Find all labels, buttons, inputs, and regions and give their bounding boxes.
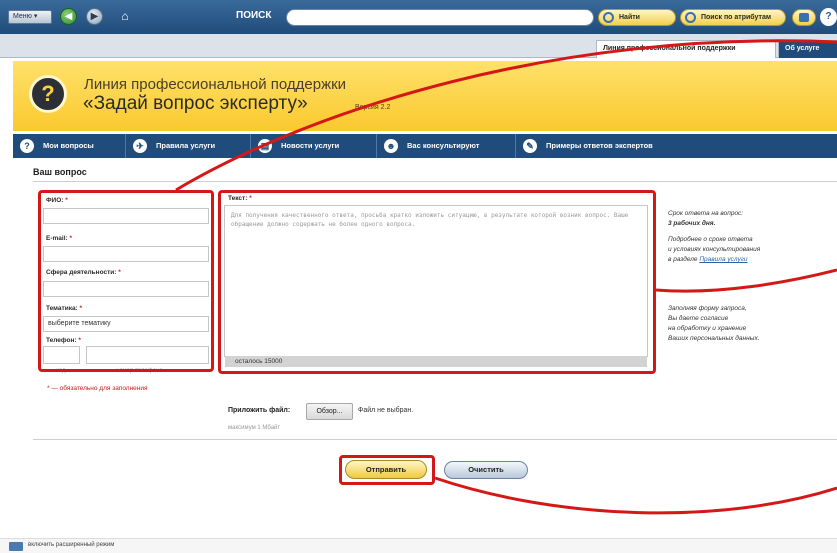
attach-label: Приложить файл: [228,407,291,414]
file-size-limit: максимум 1 Мбайт [228,425,281,431]
magnifier-icon [685,12,696,23]
top-toolbar: Меню ▾ ◀ ▶ ⌂ ПОИСК Найти Поиск по атрибу… [0,0,837,34]
more-line: в разделе Правила услуги [668,255,808,265]
banner-title: «Задай вопрос эксперту» [83,93,308,114]
find-button[interactable]: Найти [598,9,676,26]
nav-label: Вас консультируют [407,141,480,150]
nav-consultants[interactable]: ☻ Вас консультируют [377,134,516,158]
divider [33,181,837,182]
required-note: * — обязательно для заполнения [47,385,148,392]
tab-support-line[interactable]: Линия профессиональной поддержки [596,40,776,58]
nav-service-rules[interactable]: ✈ Правила услуги [126,134,251,158]
back-arrow-icon[interactable]: ◀ [60,8,77,25]
question-icon: ? [20,139,34,153]
search-input[interactable] [286,9,594,26]
status-bar: включить расширенный режим [0,538,837,553]
pin-icon: ✈ [133,139,147,153]
search-label: ПОИСК [236,10,272,21]
annotation-curve-submit [434,476,837,515]
service-banner: ? Линия профессиональной поддержки «Зада… [13,61,837,131]
deadline-value-text: 3 рабочих дня. [668,220,716,227]
banner-subtitle: Линия профессиональной поддержки [84,76,347,93]
service-nav: ? Мои вопросы ✈ Правила услуги ▤ Новости… [13,134,837,158]
divider [33,439,837,440]
version-label: Версия 2.2 [355,104,391,111]
consent-line: на обработку и хранение [668,325,747,332]
question-logo-icon: ? [29,75,67,113]
nav-label: Правила услуги [156,141,216,150]
file-status: Файл не выбран. [358,407,414,414]
news-icon: ▤ [258,139,272,153]
nav-label: Новости услуги [281,141,340,150]
annotation-box-text [218,190,656,374]
annotation-curve-text [655,268,837,293]
browse-button[interactable]: Обзор... [306,403,353,420]
tab-strip: Линия профессиональной поддержки Об услу… [0,34,837,58]
consent-note: Заполняя форму запроса, Вы даете согласи… [668,304,808,344]
deadline-note: Срок ответа на вопрос: 3 рабочих дня. По… [668,209,808,265]
nav-answer-examples[interactable]: ✎ Примеры ответов экспертов [516,134,686,158]
consent-line: Вы даете согласие [668,315,729,322]
forward-arrow-icon[interactable]: ▶ [86,8,103,25]
magnifier-icon [603,12,614,23]
help-icon[interactable]: ? [820,8,837,26]
rules-link[interactable]: Правила услуги [699,256,747,263]
attribute-search-label: Поиск по атрибутам [701,14,772,21]
clear-button[interactable]: Очистить [444,461,528,479]
window-icon [9,542,23,551]
more-line-text: в разделе [668,256,698,263]
nav-label: Примеры ответов экспертов [546,141,653,150]
consent-line: Ваших персональных данных. [668,335,760,342]
nav-label: Мои вопросы [43,141,94,150]
tab-about-service[interactable]: Об услуге [778,40,837,58]
find-button-label: Найти [619,14,640,21]
home-icon[interactable]: ⌂ [117,9,133,24]
more-line: и условиях консультирования [668,246,761,253]
annotation-box-contact [38,190,214,372]
nav-service-news[interactable]: ▤ Новости услуги [251,134,377,158]
deadline-value: 3 рабочих дня. [668,219,808,229]
deadline-line: Срок ответа на вопрос: [668,210,744,217]
section-title: Ваш вопрос [33,167,87,177]
nav-my-questions[interactable]: ? Мои вопросы [13,134,126,158]
consent-line: Заполняя форму запроса, [668,305,747,312]
extended-mode-link[interactable]: включить расширенный режим [28,542,114,548]
document-icon[interactable] [792,9,816,26]
annotation-box-submit [339,455,435,485]
edit-icon: ✎ [523,139,537,153]
menu-button[interactable]: Меню ▾ [8,10,52,24]
required-note-text: * — обязательно для заполнения [47,385,148,392]
people-icon: ☻ [384,139,398,153]
attribute-search-button[interactable]: Поиск по атрибутам [680,9,786,26]
more-line: Подробнее о сроке ответа [668,236,753,243]
